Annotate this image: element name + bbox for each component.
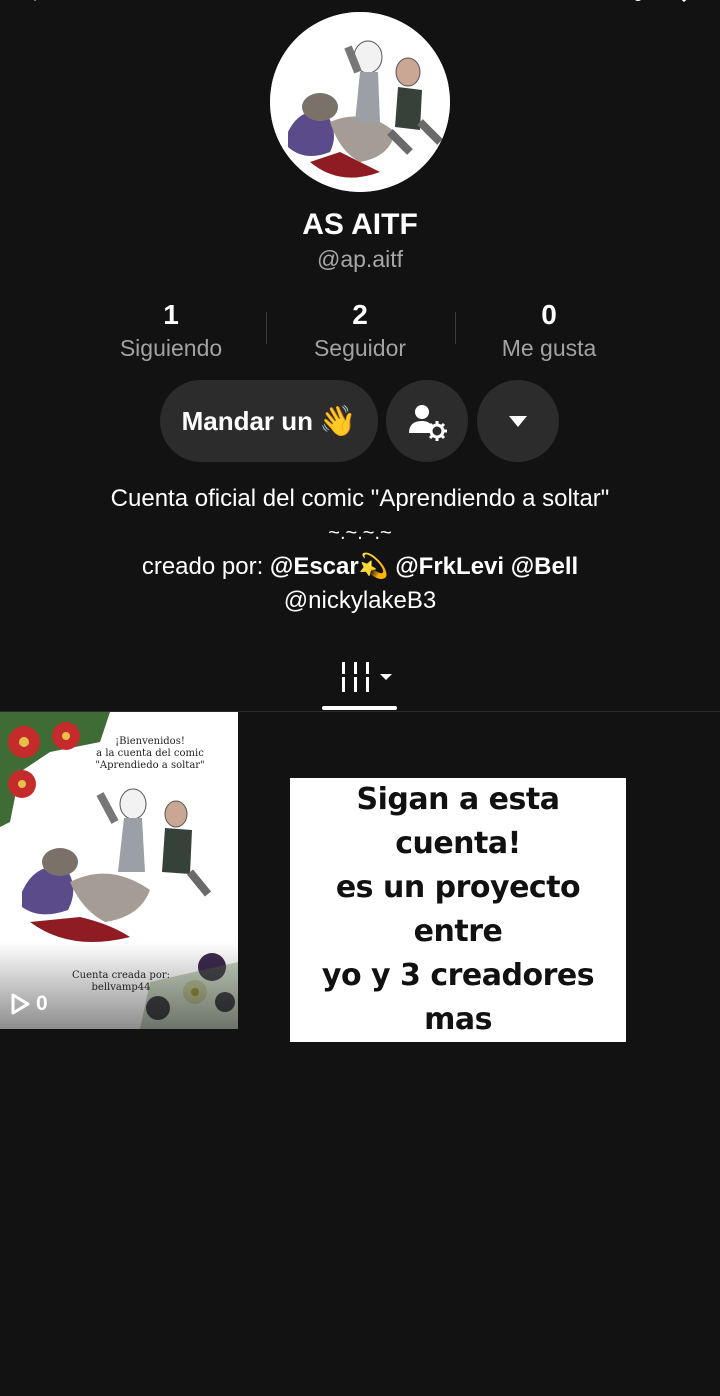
- thumbnail-text-bottom: Cuenta creada por: bellvamp44: [66, 970, 176, 994]
- profile-actions: Mandar un 👋: [0, 380, 720, 464]
- wave-emoji-icon: 👋: [319, 403, 357, 439]
- thumbnail-text-top: ¡Bienvenidos! a la cuenta del comic "Apr…: [80, 736, 220, 772]
- stat-likes-label: Me gusta: [501, 335, 597, 361]
- thumbnail-line-2: a la cuenta del comic: [96, 748, 204, 759]
- profile-stats: 1 Siguiendo 2 Seguidor 0 Me gusta: [76, 298, 644, 368]
- more-dropdown-button[interactable]: [477, 380, 559, 462]
- stat-following[interactable]: 1 Siguiendo: [76, 298, 266, 364]
- wave-button-label: Mandar un: [181, 405, 314, 436]
- stat-likes-count: 0: [541, 299, 557, 330]
- username-handle: @ap.aitf: [316, 246, 403, 272]
- stat-following-count: 1: [163, 299, 179, 330]
- back-icon[interactable]: [30, 0, 46, 8]
- mention-link[interactable]: @FrkLevi: [395, 553, 504, 580]
- play-icon: [11, 993, 30, 1015]
- bio-line-3: creado por: @Escar💫 @FrkLevi @Bell: [0, 550, 720, 584]
- grid-filter-icon[interactable]: [340, 656, 396, 696]
- stat-followers-label: Seguidor: [313, 335, 407, 361]
- active-tab-indicator: [322, 706, 397, 710]
- thumbnail-credit-1: Cuenta creada por:: [72, 970, 170, 981]
- caret-down-icon: [509, 416, 527, 427]
- bio-line-4[interactable]: @nickylakeB3: [0, 584, 720, 618]
- avatar-illustration: [270, 12, 450, 192]
- view-count: 0: [10, 992, 48, 1016]
- wave-button[interactable]: Mandar un 👋: [160, 380, 378, 462]
- display-name: AS AITF: [302, 208, 418, 241]
- thumbnail-line-3: "Aprendiedo a soltar": [95, 760, 205, 771]
- thumbnail-welcome: ¡Bienvenidos!: [115, 736, 185, 747]
- caption-line: es un proyecto entre: [290, 866, 626, 954]
- bio-line-1: Cuenta oficial del comic "Aprendiendo a …: [110, 485, 610, 512]
- content-tabs: [0, 650, 720, 712]
- stat-followers[interactable]: 2 Seguidor: [265, 298, 455, 364]
- video-thumbnail[interactable]: ¡Bienvenidos! a la cuenta del comic "Apr…: [0, 712, 238, 1029]
- stat-likes[interactable]: 0 Me gusta: [454, 298, 644, 364]
- user-settings-icon: [409, 405, 447, 441]
- profile-avatar[interactable]: [270, 12, 450, 192]
- profile-settings-button[interactable]: [386, 380, 468, 462]
- bio-credits-prefix: creado por:: [141, 553, 270, 580]
- bio-line-2: ~.~.~.~: [328, 522, 392, 544]
- mention-link[interactable]: @Bell: [511, 553, 578, 580]
- thumbnail-credit-2: bellvamp44: [91, 982, 151, 993]
- stat-following-label: Siguiendo: [119, 335, 223, 361]
- mention-link[interactable]: @Escar💫: [270, 553, 389, 580]
- view-count-value: 0: [36, 992, 48, 1015]
- top-actions-icon[interactable]: [620, 0, 700, 8]
- stat-followers-count: 2: [352, 299, 368, 330]
- video-caption: Sigan a esta cuenta! es un proyecto entr…: [290, 778, 626, 1042]
- caption-line: Sigan a esta cuenta!: [290, 778, 626, 866]
- caption-line: yo y 3 creadores mas: [290, 954, 626, 1042]
